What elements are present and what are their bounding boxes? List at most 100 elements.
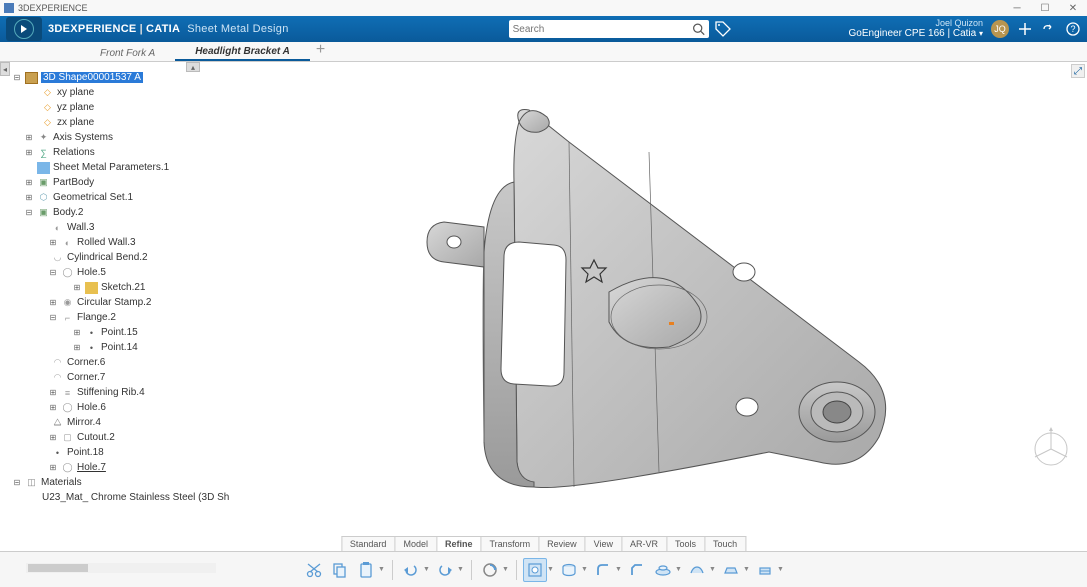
tree-corner[interactable]: ◠Corner.7 — [48, 370, 212, 385]
dropdown-icon[interactable]: ▼ — [547, 566, 555, 573]
sheetmetal-icon — [37, 162, 50, 174]
btab-tools[interactable]: Tools — [667, 537, 705, 551]
tree-stiffrib[interactable]: ⊞≡Stiffening Rib.4 — [48, 385, 212, 400]
tab-headlight-bracket[interactable]: Headlight Bracket A — [175, 44, 310, 61]
view-compass-icon[interactable] — [1029, 427, 1073, 471]
btab-review[interactable]: Review — [539, 537, 586, 551]
tree-hole7[interactable]: ⊞◯Hole.7 — [48, 460, 212, 475]
tool-update-icon[interactable] — [478, 558, 502, 582]
tool-cutout-icon[interactable] — [523, 558, 547, 582]
window-title: 3DEXPERIENCE — [18, 3, 88, 13]
tree-material-item[interactable]: U23_Mat_ Chrome Stainless Steel (3D Sh — [36, 490, 212, 505]
user-context[interactable]: Joel Quizon GoEngineer CPE 166 | Catia ▾ — [849, 19, 983, 40]
tab-add-button[interactable]: + — [310, 39, 331, 61]
dropdown-icon[interactable]: ▼ — [581, 566, 589, 573]
part-render — [369, 92, 929, 522]
tool-redo-icon[interactable] — [433, 558, 457, 582]
tree-circstamp[interactable]: ⊞◉Circular Stamp.2 — [48, 295, 212, 310]
app-icon — [4, 3, 14, 13]
dropdown-icon[interactable]: ▼ — [378, 566, 386, 573]
tree-plane[interactable]: ◇zx plane — [38, 115, 212, 130]
share-icon[interactable] — [1041, 21, 1057, 37]
tree-collapse-left[interactable]: ◂ — [0, 62, 10, 76]
btab-touch[interactable]: Touch — [705, 537, 745, 551]
tree-collapse-top[interactable]: ▴ — [186, 62, 200, 72]
dropdown-icon[interactable]: ▼ — [502, 566, 510, 573]
tree-point[interactable]: ⊞•Point.14 — [72, 340, 212, 355]
dropdown-icon[interactable]: ▼ — [457, 566, 465, 573]
dropdown-icon[interactable]: ▼ — [423, 566, 431, 573]
search-icon[interactable] — [692, 22, 705, 36]
expand-panel-button[interactable]: ⤢ — [1071, 64, 1085, 78]
tree-wall[interactable]: ◐Wall.3 — [48, 220, 212, 235]
tree-point[interactable]: ⊞•Point.15 — [72, 325, 212, 340]
dropdown-icon[interactable]: ▼ — [709, 566, 717, 573]
tool-stamp-icon[interactable] — [651, 558, 675, 582]
tree-hole5[interactable]: ⊟◯Hole.5 — [48, 265, 212, 280]
tree-hole6[interactable]: ⊞◯Hole.6 — [48, 400, 212, 415]
tree-scrollbar[interactable] — [26, 563, 216, 573]
tree-point18[interactable]: •Point.18 — [48, 445, 212, 460]
tree-flange2[interactable]: ⊟⌐Flange.2 — [48, 310, 212, 325]
minimize-button[interactable]: ─ — [1003, 0, 1031, 16]
tree-cutout[interactable]: ⊞▢Cutout.2 — [48, 430, 212, 445]
hole-icon: ◯ — [61, 402, 74, 414]
tool-corner-icon[interactable] — [591, 558, 615, 582]
avatar[interactable]: JQ — [991, 20, 1009, 38]
tool-cut-icon[interactable] — [302, 558, 326, 582]
tree-root[interactable]: ⊟3D Shape00001537 A — [12, 70, 212, 85]
sketch-icon — [85, 282, 98, 294]
compass-button[interactable] — [6, 17, 42, 41]
search-box[interactable] — [509, 20, 709, 38]
tree-sketch[interactable]: ⊞Sketch.21 — [72, 280, 212, 295]
btab-transform[interactable]: Transform — [481, 537, 539, 551]
plane-icon: ◇ — [41, 87, 54, 99]
dropdown-icon[interactable]: ▼ — [777, 566, 785, 573]
bend-icon: ◡ — [51, 252, 64, 264]
tree-sheetmetal-params[interactable]: Sheet Metal Parameters.1 — [24, 160, 212, 175]
tree-partbody[interactable]: ⊞▣PartBody — [24, 175, 212, 190]
maximize-button[interactable]: ☐ — [1031, 0, 1059, 16]
tree-plane[interactable]: ◇yz plane — [38, 100, 212, 115]
tag-icon[interactable] — [715, 21, 731, 37]
tool-undo-icon[interactable] — [399, 558, 423, 582]
tree-mirror[interactable]: ⧋Mirror.4 — [48, 415, 212, 430]
close-button[interactable]: ✕ — [1059, 0, 1087, 16]
hole-icon: ◯ — [61, 267, 74, 279]
tree-plane[interactable]: ◇xy plane — [38, 85, 212, 100]
tool-copy-icon[interactable] — [328, 558, 352, 582]
add-icon[interactable] — [1017, 21, 1033, 37]
tool-hole-icon[interactable] — [557, 558, 581, 582]
tab-front-fork[interactable]: Front Fork A — [80, 46, 175, 61]
dropdown-icon[interactable]: ▼ — [743, 566, 751, 573]
feature-tree[interactable]: ⊟3D Shape00001537 A ◇xy plane ◇yz plane … — [12, 70, 212, 505]
tree-relations[interactable]: ⊞∑Relations — [24, 145, 212, 160]
help-icon[interactable]: ? — [1065, 21, 1081, 37]
action-bar-tabs: Standard Model Refine Transform Review V… — [341, 536, 746, 551]
body-icon: ▣ — [37, 207, 50, 219]
btab-view[interactable]: View — [586, 537, 622, 551]
tree-corner[interactable]: ◠Corner.6 — [48, 355, 212, 370]
dropdown-icon[interactable]: ▼ — [615, 566, 623, 573]
tree-geomset[interactable]: ⊞⬡Geometrical Set.1 — [24, 190, 212, 205]
tool-userstamp-icon[interactable] — [753, 558, 777, 582]
btab-arvr[interactable]: AR-VR — [622, 537, 667, 551]
tree-rolledwall[interactable]: ⊞◐Rolled Wall.3 — [48, 235, 212, 250]
btab-model[interactable]: Model — [395, 537, 437, 551]
tool-louver-icon[interactable] — [719, 558, 743, 582]
search-input[interactable] — [513, 24, 692, 35]
tree-axis-systems[interactable]: ⊞✦Axis Systems — [24, 130, 212, 145]
btab-standard[interactable]: Standard — [342, 537, 396, 551]
stamp-icon: ◉ — [61, 297, 74, 309]
mirror-icon: ⧋ — [51, 417, 64, 429]
viewport-3d[interactable] — [230, 72, 1067, 541]
tool-bead-icon[interactable] — [685, 558, 709, 582]
point-icon: • — [51, 447, 64, 459]
tool-chamfer-icon[interactable] — [625, 558, 649, 582]
tree-cylbend[interactable]: ◡Cylindrical Bend.2 — [48, 250, 212, 265]
tool-paste-icon[interactable] — [354, 558, 378, 582]
dropdown-icon[interactable]: ▼ — [675, 566, 683, 573]
btab-refine[interactable]: Refine — [437, 537, 482, 551]
tree-body2[interactable]: ⊟▣Body.2 — [24, 205, 212, 220]
tree-materials[interactable]: ⊟◫Materials — [12, 475, 212, 490]
